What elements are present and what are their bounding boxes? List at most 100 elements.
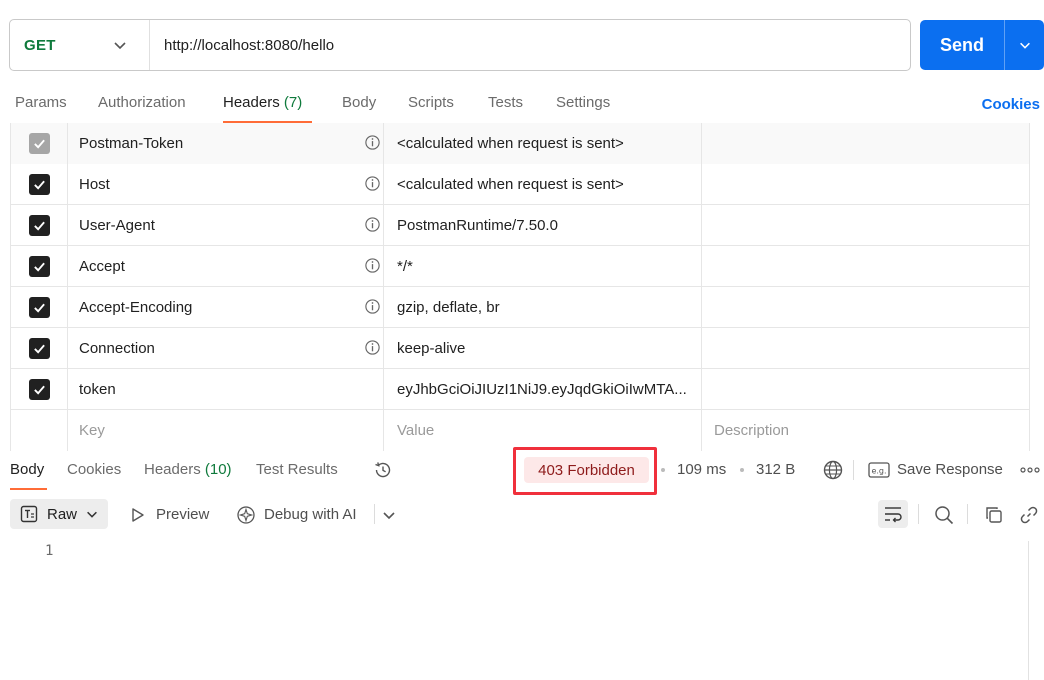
info-icon[interactable] [364,175,381,192]
new-key-input[interactable]: Key [67,410,383,451]
chevron-down-icon[interactable] [381,507,397,523]
table-row: User-Agent PostmanRuntime/7.50.0 [10,205,1030,246]
tab-headers-count: (7) [283,94,303,111]
copy-icon[interactable] [984,505,1004,525]
info-icon[interactable] [364,134,381,151]
headers-table: Postman-Token <calculated when request i… [10,123,1030,451]
search-icon[interactable] [933,504,955,526]
header-value[interactable]: <calculated when request is sent> [383,123,701,164]
new-value-input[interactable]: Value [383,410,701,451]
send-options-button[interactable] [1005,20,1044,70]
header-key[interactable]: Accept-Encoding [67,287,383,328]
active-tab-indicator [10,488,47,490]
more-options-icon[interactable] [1020,466,1040,474]
response-size[interactable]: 312 B [756,461,795,478]
divider [853,460,854,480]
checkmark-icon [33,221,45,231]
header-key[interactable]: token [67,369,383,410]
resp-tab-body[interactable]: Body [10,461,44,478]
row-checkbox[interactable] [28,133,50,154]
send-button[interactable]: Send [920,20,1004,70]
row-checkbox[interactable] [28,379,50,400]
tab-headers[interactable]: Headers (7) [223,94,302,111]
tab-settings[interactable]: Settings [556,94,610,111]
tab-scripts[interactable]: Scripts [408,94,454,111]
divider [918,504,919,524]
header-value[interactable]: */* [383,246,701,287]
header-description[interactable] [701,164,1030,205]
header-value[interactable]: PostmanRuntime/7.50.0 [383,205,701,246]
row-checkbox[interactable] [28,256,50,277]
row-checkbox[interactable] [28,215,50,236]
separator-dot [661,468,665,472]
header-key[interactable]: User-Agent [67,205,383,246]
separator-dot [740,468,744,472]
format-select[interactable]: Raw [10,499,108,529]
checkmark-icon [33,139,45,149]
table-row: Postman-Token <calculated when request i… [10,123,1030,164]
resp-tab-cookies[interactable]: Cookies [67,461,121,478]
header-value[interactable]: <calculated when request is sent> [383,164,701,205]
preview-button[interactable]: Preview [156,506,209,523]
tab-tests[interactable]: Tests [488,94,523,111]
chevron-down-icon [87,511,97,518]
url-input[interactable]: http://localhost:8080/hello [150,37,334,54]
response-toolbar: Raw Preview Debug with AI [0,496,1044,532]
info-icon[interactable] [364,298,381,315]
request-bar: GET http://localhost:8080/hello [9,19,911,71]
format-label: Raw [47,505,78,523]
info-icon[interactable] [364,216,381,233]
row-checkbox[interactable] [28,338,50,359]
header-value[interactable]: eyJhbGciOiJIUzI1NiJ9.eyJqdGkiOiIwMTA... [383,369,701,410]
header-description[interactable] [701,328,1030,369]
header-key[interactable]: Postman-Token [67,123,383,164]
link-icon[interactable] [1019,505,1039,525]
chevron-down-icon [114,42,126,50]
table-row: Accept */* [10,246,1030,287]
header-value[interactable]: gzip, deflate, br [383,287,701,328]
resp-tab-headers[interactable]: Headers (10) [144,461,232,478]
method-label: GET [24,36,56,54]
tab-authorization[interactable]: Authorization [98,94,186,111]
checkmark-icon [33,303,45,313]
row-checkbox[interactable] [28,297,50,318]
response-body-editor[interactable]: 1 [0,540,1044,680]
ai-sparkle-icon [237,506,255,524]
wrap-lines-button[interactable] [878,500,908,528]
header-description[interactable] [701,369,1030,410]
info-icon[interactable] [364,257,381,274]
globe-icon[interactable] [822,459,844,481]
new-description-input[interactable]: Description [701,410,1030,451]
resp-tab-test-results[interactable]: Test Results [256,461,338,478]
header-description[interactable] [701,246,1030,287]
history-icon[interactable] [372,459,394,481]
method-select[interactable]: GET [10,20,150,70]
cookies-link[interactable]: Cookies [982,96,1040,113]
row-checkbox[interactable] [28,174,50,195]
header-description[interactable] [701,287,1030,328]
svg-text:e.g.: e.g. [871,467,886,476]
header-description[interactable] [701,123,1030,164]
play-icon [132,508,144,522]
tab-body[interactable]: Body [342,94,376,111]
checkmark-icon [33,344,45,354]
status-badge[interactable]: 403 Forbidden [524,457,649,483]
divider [374,504,375,524]
resp-tab-headers-count: (10) [204,461,232,478]
header-key[interactable]: Host [67,164,383,205]
checkmark-icon [33,262,45,272]
header-key[interactable]: Accept [67,246,383,287]
info-icon[interactable] [364,339,381,356]
chevron-down-icon [1019,42,1030,49]
header-value[interactable]: keep-alive [383,328,701,369]
save-response-button[interactable]: Save Response [897,461,1003,478]
debug-with-ai-button[interactable]: Debug with AI [264,506,357,523]
tab-params[interactable]: Params [15,94,67,111]
table-row: Accept-Encoding gzip, deflate, br [10,287,1030,328]
divider [967,504,968,524]
scrollbar[interactable] [1028,541,1044,680]
response-time[interactable]: 109 ms [677,461,726,478]
header-key[interactable]: Connection [67,328,383,369]
request-tabs: Params Authorization Headers (7) Body Sc… [0,88,1044,124]
header-description[interactable] [701,205,1030,246]
